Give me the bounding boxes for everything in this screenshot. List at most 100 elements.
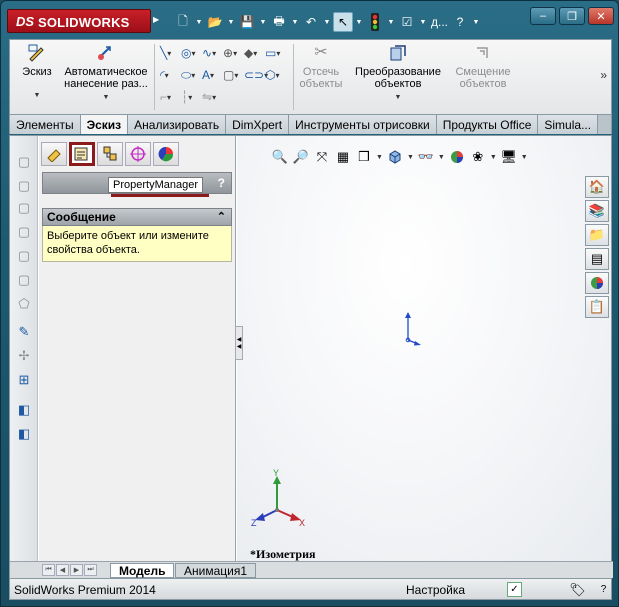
chevron-down-icon[interactable]: ▼ xyxy=(387,19,395,26)
close-button[interactable]: ✕ xyxy=(588,7,614,25)
appearances-scenes-icon[interactable] xyxy=(585,272,609,294)
revolve-cut-icon[interactable]: ▢ xyxy=(16,272,32,288)
chevron-down-icon[interactable]: ▼ xyxy=(291,19,299,26)
chevron-down-icon[interactable]: ▼ xyxy=(376,154,383,161)
chevron-down-icon[interactable]: ▼ xyxy=(395,92,402,104)
section-view-icon[interactable]: ▦ xyxy=(334,148,352,166)
chevron-down-icon[interactable]: ▼ xyxy=(227,19,235,26)
chevron-down-icon[interactable]: ▼ xyxy=(419,19,427,26)
file-explorer-folder-icon[interactable]: 📁 xyxy=(585,224,609,246)
view-settings-icon[interactable]: 🖥 xyxy=(500,148,518,166)
tab-0[interactable]: Элементы xyxy=(10,115,81,134)
message-group-header[interactable]: Сообщение ⌃ xyxy=(42,208,232,226)
save-icon[interactable]: 💾 xyxy=(237,12,257,32)
chevron-down-icon[interactable]: ▾ xyxy=(165,71,169,80)
custom-properties-icon[interactable]: 📋 xyxy=(585,296,609,318)
select-pointer-icon[interactable]: ↖ xyxy=(333,12,353,32)
chevron-down-icon[interactable]: ▼ xyxy=(472,19,480,26)
chevron-down-icon[interactable]: ▼ xyxy=(438,154,445,161)
first-tab-arrow-icon[interactable]: ⏮ xyxy=(42,564,55,576)
chevron-down-icon[interactable]: ▾ xyxy=(276,49,280,58)
relations-icon[interactable]: ⊞ xyxy=(16,372,32,388)
units-mode-label[interactable]: Настройка xyxy=(406,583,465,597)
arc-icon[interactable]: ◜ ▾ xyxy=(160,64,177,86)
polygon-icon[interactable]: ⬡ ▾ xyxy=(265,64,282,86)
convert-entities-button[interactable]: Преобразование объектов ▼ xyxy=(350,42,446,104)
plane-icon[interactable]: ▢ ▾ xyxy=(223,64,240,86)
zoom-to-fit-icon[interactable]: 🔍 xyxy=(271,148,289,166)
extrude-cut-icon[interactable]: ▢ xyxy=(16,248,32,264)
quick-tips-icon[interactable]: ? xyxy=(596,582,611,597)
rectangle-icon[interactable]: ▭ ▾ xyxy=(265,42,282,64)
dimxpert-manager-tab-icon[interactable] xyxy=(125,142,151,166)
trim-entities-button[interactable]: ✂ Отсечь объекты xyxy=(298,42,344,91)
sketch-origin-icon[interactable] xyxy=(400,310,422,346)
loft-icon[interactable]: ▢ xyxy=(16,224,32,240)
chevron-down-icon[interactable]: ▾ xyxy=(167,49,171,58)
tab-6[interactable]: Simula... xyxy=(538,115,599,134)
chevron-down-icon[interactable]: ▾ xyxy=(188,93,192,102)
panel-collapse-handle[interactable]: ◀ ◀ xyxy=(235,326,243,360)
line-icon[interactable]: ╲ ▾ xyxy=(160,42,177,64)
view-palette-icon[interactable]: ▤ xyxy=(585,248,609,270)
chevron-down-icon[interactable]: ▾ xyxy=(234,71,238,80)
apply-scene-icon[interactable]: ❀ xyxy=(469,148,487,166)
component-icon[interactable]: ◧ xyxy=(16,426,32,442)
hide-show-items-icon[interactable]: 👓 xyxy=(417,148,435,166)
view-orientation-icon[interactable]: ❒ xyxy=(355,148,373,166)
chevron-down-icon[interactable]: ▼ xyxy=(490,154,497,161)
open-icon[interactable]: 📂 xyxy=(205,12,225,32)
tab-5[interactable]: Продукты Office xyxy=(436,115,539,134)
edit-appearance-icon[interactable] xyxy=(448,148,466,166)
offset-entities-button[interactable]: Смещение объектов xyxy=(450,42,516,90)
chevron-down-icon[interactable]: ▼ xyxy=(407,154,414,161)
ellipse-icon[interactable]: ⬭ ▾ xyxy=(181,64,198,86)
minimize-button[interactable]: – xyxy=(530,7,556,25)
circle-icon[interactable]: ◎ ▾ xyxy=(181,42,198,64)
help-icon[interactable]: ? xyxy=(450,12,470,32)
display-manager-tab-icon[interactable] xyxy=(153,142,179,166)
new-document-icon[interactable]: 🗋 xyxy=(173,12,193,32)
next-tab-arrow-icon[interactable]: ▶ xyxy=(70,564,83,576)
chevron-down-icon[interactable]: ▾ xyxy=(253,49,257,58)
chevron-down-icon[interactable]: ▼ xyxy=(103,92,110,104)
chevron-down-icon[interactable]: ▾ xyxy=(275,71,279,80)
graphics-area[interactable]: ◀ ◀ 🔍 🔎 ⤧ ▦ ❒ ▼ ▼ 👓 ▼ ❀ ▼ 🖥 ▼ 🏠 📚 📁 ▤ 📋 … xyxy=(235,136,611,561)
slot-icon[interactable]: ⊂⊃ ▾ xyxy=(244,64,268,86)
sketch-button[interactable]: Эскиз ▼ xyxy=(16,42,58,102)
chevron-down-icon[interactable]: ▾ xyxy=(212,49,216,58)
menu-arrow-icon[interactable]: ▶ xyxy=(153,15,159,24)
chevron-down-icon[interactable]: ▾ xyxy=(233,49,237,58)
chevron-down-icon[interactable]: ▾ xyxy=(210,71,214,80)
rebuild-check-icon[interactable]: ✓ xyxy=(507,582,522,597)
help-icon[interactable]: ? xyxy=(218,176,225,190)
display-style-icon[interactable] xyxy=(386,148,404,166)
chamfer-icon[interactable]: ┆ ▾ xyxy=(181,86,198,108)
revolve-boss-icon[interactable]: ▢ xyxy=(16,178,32,194)
chevron-down-icon[interactable]: ▾ xyxy=(191,71,195,80)
chevron-down-icon[interactable]: ▾ xyxy=(191,49,195,58)
spline-icon[interactable]: ∿ ▾ xyxy=(202,42,219,64)
tab-2[interactable]: Анализировать xyxy=(128,115,227,134)
last-tab-arrow-icon[interactable]: ⏭ xyxy=(84,564,97,576)
zoom-to-area-icon[interactable]: 🔎 xyxy=(292,148,310,166)
tag-icon[interactable]: 🏷 xyxy=(569,582,586,597)
chevron-down-icon[interactable]: ▼ xyxy=(195,19,203,26)
text-icon[interactable]: A ▾ xyxy=(202,64,219,86)
design-library-icon[interactable]: 📚 xyxy=(585,200,609,222)
undo-icon[interactable]: ↶ xyxy=(301,12,321,32)
more-tools-chevron-icon[interactable]: » xyxy=(600,68,607,82)
point-icon[interactable]: ◆ ▾ xyxy=(244,42,261,64)
chevron-down-icon[interactable]: ▼ xyxy=(34,90,41,102)
chevron-down-icon[interactable]: ▼ xyxy=(521,154,528,161)
tab-3[interactable]: DimXpert xyxy=(226,115,290,134)
tab-4[interactable]: Инструменты отрисовки xyxy=(289,115,437,134)
tab-model[interactable]: Модель xyxy=(110,563,175,578)
property-manager-tab-icon[interactable] xyxy=(69,142,95,166)
chevron-down-icon[interactable]: ▾ xyxy=(167,93,171,102)
chevron-down-icon[interactable]: ▼ xyxy=(259,19,267,26)
restore-button[interactable]: ❐ xyxy=(559,7,585,25)
chevron-down-icon[interactable]: ▾ xyxy=(212,93,216,102)
auto-dimension-button[interactable]: Автоматическое нанесение раз... ▼ xyxy=(60,42,152,104)
collapse-chevron-icon[interactable]: ⌃ xyxy=(217,210,226,223)
